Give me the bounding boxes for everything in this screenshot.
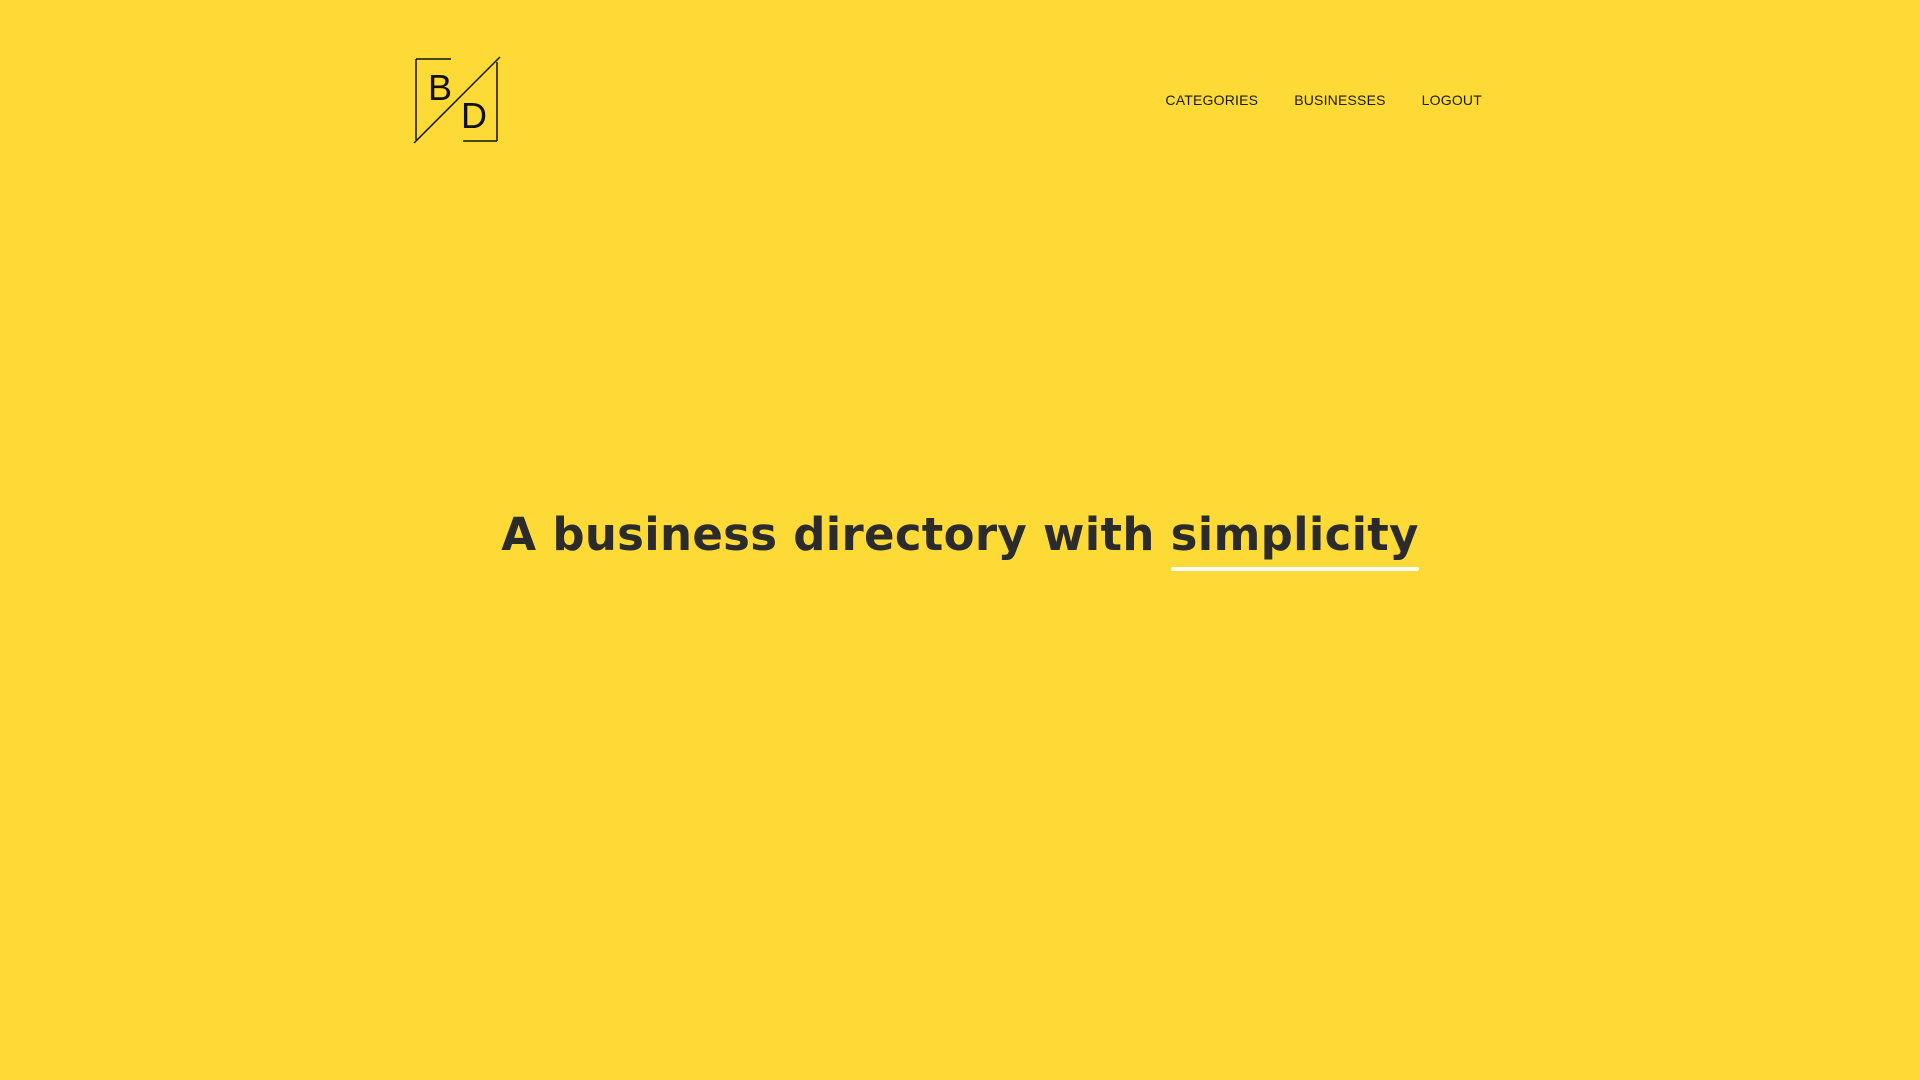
hero-section: A business directory with simplicity xyxy=(0,505,1920,571)
main-nav: CATEGORIES BUSINESSES LOGOUT xyxy=(1165,91,1482,109)
site-header: B D CATEGORIES BUSINESSES LOGOUT xyxy=(0,0,1920,200)
hero-title: A business directory with simplicity xyxy=(501,505,1419,571)
hero-title-highlight: simplicity xyxy=(1170,505,1419,571)
nav-logout-link[interactable]: LOGOUT xyxy=(1422,91,1482,109)
nav-categories-link[interactable]: CATEGORIES xyxy=(1165,91,1258,109)
brand-logo[interactable]: B D xyxy=(413,56,501,144)
highlight-underline xyxy=(1170,567,1419,571)
nav-businesses-link[interactable]: BUSINESSES xyxy=(1294,91,1385,109)
hero-title-prefix: A business directory with xyxy=(501,508,1155,561)
hero-title-highlight-text: simplicity xyxy=(1170,508,1419,561)
logo-letter-d: D xyxy=(461,95,487,136)
logo-frame-icon xyxy=(413,56,501,144)
logo-letter-b: B xyxy=(428,67,453,108)
